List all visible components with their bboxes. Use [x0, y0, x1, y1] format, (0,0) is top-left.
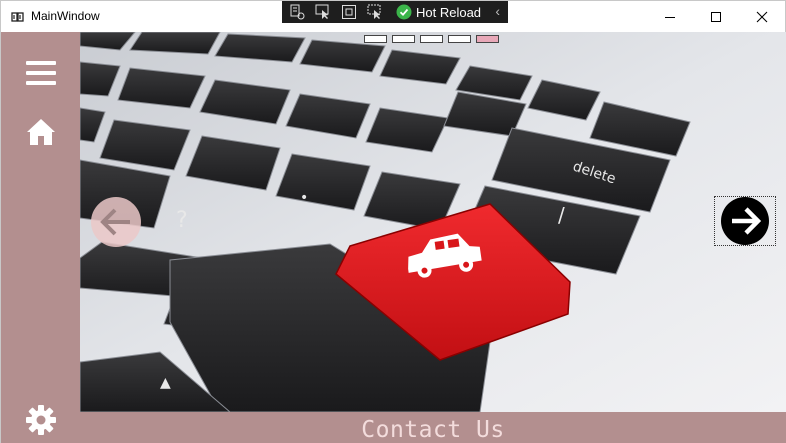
check-circle-icon	[396, 4, 412, 20]
window-title: MainWindow	[31, 9, 100, 23]
app-icon	[11, 12, 24, 22]
gear-icon	[26, 405, 56, 435]
svg-text:/: /	[558, 203, 565, 227]
contact-us-link[interactable]: Contact Us	[361, 417, 504, 443]
display-layout-adorners-button[interactable]	[338, 1, 360, 23]
track-focused-element-button[interactable]	[364, 1, 386, 23]
home-icon	[27, 119, 55, 145]
svg-text:?: ?	[176, 208, 188, 233]
minimize-icon	[665, 16, 675, 18]
carousel-pager	[364, 35, 499, 43]
hot-reload-label: Hot Reload	[416, 4, 482, 20]
close-icon	[756, 11, 768, 22]
maximize-button[interactable]	[693, 1, 739, 32]
previous-slide-button[interactable]	[91, 197, 141, 247]
svg-text:•: •	[300, 190, 308, 206]
live-visual-tree-button[interactable]	[286, 1, 308, 23]
svg-text:▲: ▲	[160, 375, 171, 391]
carousel-stage: delete ? / • ▲	[80, 32, 786, 412]
footer-bar: Contact Us	[80, 412, 786, 443]
pager-dot[interactable]	[392, 35, 415, 43]
main-window: MainWindow Hot Reload ‹ delete ? / • ▲ C…	[0, 0, 786, 443]
hot-reload-status[interactable]: Hot Reload	[396, 4, 481, 20]
next-slide-circle	[721, 197, 769, 245]
track-focus-icon	[367, 4, 381, 19]
hamburger-icon	[26, 61, 56, 85]
home-button[interactable]	[22, 113, 60, 151]
pager-dot[interactable]	[420, 35, 443, 43]
visual-tree-icon	[290, 4, 305, 20]
menu-button[interactable]	[22, 54, 60, 92]
select-element-icon	[315, 4, 329, 19]
layout-adorner-icon	[342, 5, 356, 19]
select-element-button[interactable]	[312, 1, 334, 23]
settings-button[interactable]	[22, 401, 60, 439]
maximize-icon	[711, 11, 721, 22]
keyboard-photo: delete ? / • ▲	[80, 32, 786, 412]
arrow-right-icon	[732, 207, 761, 235]
pager-dot-active[interactable]	[476, 35, 499, 43]
close-button[interactable]	[739, 1, 785, 32]
next-slide-button[interactable]	[714, 196, 776, 246]
dev-toolbar: Hot Reload ‹	[282, 1, 508, 23]
collapse-toolbar-icon[interactable]: ‹	[495, 3, 500, 19]
pager-dot[interactable]	[364, 35, 387, 43]
pager-dot[interactable]	[448, 35, 471, 43]
sidebar	[1, 32, 80, 443]
minimize-button[interactable]	[647, 1, 693, 32]
arrow-left-icon	[100, 208, 130, 236]
